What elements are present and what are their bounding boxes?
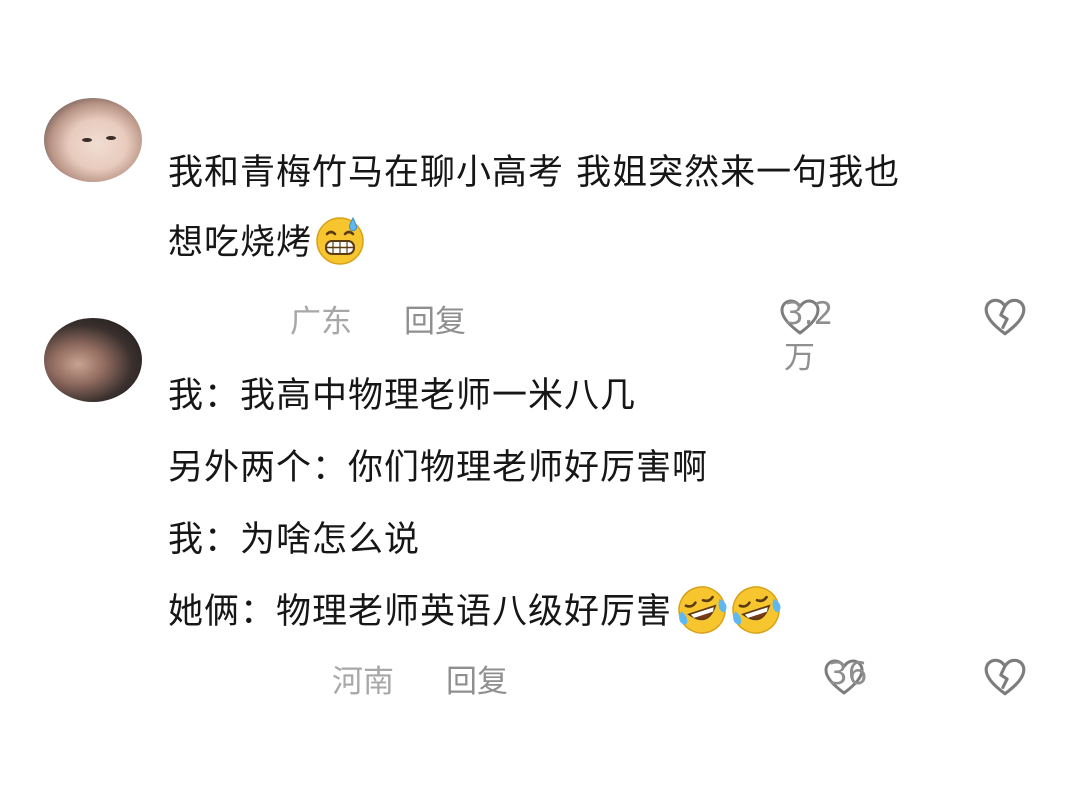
like-button[interactable]: 3.2万 — [778, 292, 833, 376]
comment-line: 另外两个：你们物理老师好厉害啊 — [168, 448, 709, 488]
location-label: 广东 — [290, 304, 352, 340]
comment-line: 想吃烧烤 — [168, 223, 313, 263]
broken-heart-icon[interactable] — [982, 296, 1028, 338]
broken-heart-icon[interactable] — [982, 656, 1028, 698]
comment-line: 我和青梅竹马在聊小高考 我姐突然来一句我也 — [168, 153, 901, 193]
rolling-laughing-emoji-icon — [728, 583, 781, 635]
comment-line: 我：为啥怎么说 — [168, 520, 421, 560]
location-label: 河南 — [332, 664, 394, 700]
avatar[interactable] — [44, 98, 142, 182]
grimacing-sweat-emoji-icon — [314, 214, 366, 266]
comment-meta: 河南 回复 36 — [0, 652, 1080, 702]
comment-meta: 广东 回复 3.2万 — [0, 292, 1080, 376]
comment-text: 我：我高中物理老师一米八几 另外两个：你们物理老师好厉害啊 我：为啥怎么说 她俩… — [168, 360, 1028, 648]
rolling-laughing-emoji-icon — [674, 583, 727, 635]
reply-button[interactable]: 回复 — [404, 296, 466, 341]
avatar[interactable] — [44, 318, 142, 402]
reply-button[interactable]: 回复 — [446, 656, 508, 701]
like-button[interactable]: 36 — [822, 652, 868, 702]
comment-text: 我和青梅竹马在聊小高考 我姐突然来一句我也 想吃烧烤 — [168, 138, 1028, 278]
comment-line: 我：我高中物理老师一米八几 — [168, 376, 637, 416]
comment-line: 她俩：物理老师英语八级好厉害 — [168, 592, 673, 632]
like-count: 36 — [828, 656, 868, 692]
